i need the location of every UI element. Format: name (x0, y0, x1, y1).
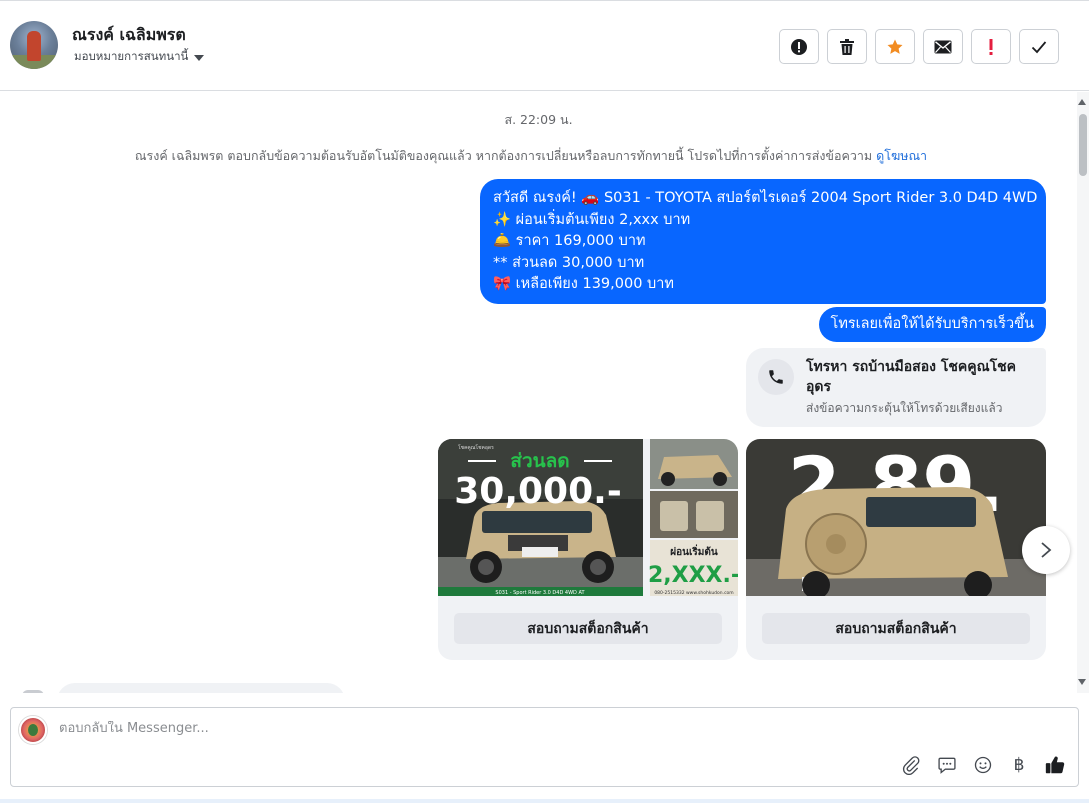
product-card[interactable]: 2.89. สอบถามสต็อกสินค้า (746, 439, 1046, 660)
bottom-strip (0, 799, 1089, 803)
chevron-right-icon (1041, 542, 1052, 558)
banner-footer-right: 080-2515332 www.shohkudon.com (654, 590, 733, 596)
assign-conversation-dropdown[interactable]: มอบหมายการสนทนานี้ (74, 48, 205, 66)
carousel-next-button[interactable] (1022, 526, 1070, 574)
envelope-icon (934, 40, 952, 53)
baht-icon[interactable]: ฿ (1008, 754, 1030, 776)
reply-composer: ฿ (10, 707, 1079, 787)
message-line: ✨ ผ่อนเริ่มต้นเพียง 2,xxx บาท (493, 211, 691, 228)
emoji-icon[interactable] (972, 754, 994, 776)
product-image[interactable]: S031 - Sport Rider 3.0 D4D 4WD AT ส่วนลด… (438, 439, 738, 596)
view-ad-link[interactable]: ดูโฆษณา (876, 148, 927, 163)
car-rear-image: 2.89. (746, 439, 1046, 596)
incoming-message-partial[interactable] (57, 683, 345, 693)
scrollbar-track[interactable] (1077, 92, 1089, 693)
contact-name[interactable]: ณรงค์ เฉลิมพรต (72, 23, 186, 48)
message-timestamp: ส. 22:09 น. (504, 112, 573, 127)
installment-label: ผ่อนเริ่มต้น (670, 544, 718, 558)
scrollbar-thumb[interactable] (1079, 114, 1087, 176)
voice-call-card[interactable]: โทรหา รถบ้านมือสอง โชคคูณโชคอุดร ส่งข้อค… (746, 348, 1046, 427)
call-card-subtitle: ส่งข้อความกระตุ้นให้โทรด้วยเสียงแล้ว (806, 401, 1003, 415)
scroll-down-arrow-icon[interactable] (1078, 679, 1086, 685)
car-promo-image: S031 - Sport Rider 3.0 D4D 4WD AT ส่วนลด… (438, 439, 738, 596)
thumbs-up-icon[interactable] (1044, 754, 1066, 776)
discount-label: ส่วนลด (510, 450, 569, 472)
message-line: 🎀 เหลือเพียง 139,000 บาท (493, 276, 674, 292)
banner-footer-left: S031 - Sport Rider 3.0 D4D 4WD AT (495, 590, 585, 596)
message-line: สวัสดี ณรงค์! 🚗 S031 - TOYOTA สปอร์ตไรเด… (493, 190, 1038, 206)
ask-stock-button[interactable]: สอบถามสต็อกสินค้า (762, 613, 1030, 644)
phone-icon (758, 359, 794, 395)
exclamation-circle-icon (791, 38, 807, 55)
star-icon (887, 39, 903, 54)
conversation-header: ณรงค์ เฉลิมพรต มอบหมายการสนทนานี้ (0, 1, 1089, 91)
paperclip-icon[interactable] (900, 754, 922, 776)
composer-tools: ฿ (900, 754, 1066, 776)
report-button[interactable] (779, 29, 819, 64)
reply-input[interactable] (59, 721, 759, 736)
done-button[interactable] (1019, 29, 1059, 64)
exclamation-icon (989, 38, 993, 55)
outgoing-message-bubble[interactable]: สวัสดี ณรงค์! 🚗 S031 - TOYOTA สปอร์ตไรเด… (480, 179, 1046, 304)
follow-up-button[interactable] (971, 29, 1011, 64)
ask-stock-button[interactable]: สอบถามสต็อกสินค้า (454, 613, 722, 644)
call-card-title: โทรหา รถบ้านมือสอง โชคคูณโชคอุดร (806, 359, 1016, 395)
chat-bubble-icon[interactable] (936, 754, 958, 776)
dealer-logo-text: โชคคูณโชคอุดร (458, 444, 494, 451)
avatar-figure (27, 31, 41, 61)
check-icon (1031, 40, 1047, 53)
messenger-conversation-window: ณรงค์ เฉลิมพรต มอบหมายการสนทนานี้ ส. 22:… (0, 0, 1089, 803)
message-line: 🛎️ ราคา 169,000 บาท (493, 233, 646, 249)
assign-label: มอบหมายการสนทนานี้ (74, 49, 189, 63)
call-prompt-bubble[interactable]: โทรเลยเพื่อให้ได้รับบริการเร็วขึ้น (818, 307, 1046, 342)
product-image[interactable]: 2.89. (746, 439, 1046, 596)
notice-text: ณรงค์ เฉลิมพรต ตอบกลับข้อความต้อนรับอัตโ… (134, 148, 877, 163)
discount-amount: 30,000.- (454, 471, 622, 512)
star-button[interactable] (875, 29, 915, 64)
caret-down-icon (194, 55, 205, 61)
message-line: ** ส่วนลด 30,000 บาท (493, 254, 645, 271)
installment-amount: 2,XXX.- (648, 563, 738, 588)
incoming-avatar-partial (22, 690, 44, 693)
scroll-up-arrow-icon[interactable] (1078, 99, 1086, 105)
header-actions (779, 29, 1059, 64)
message-thread[interactable]: ส. 22:09 น. ณรงค์ เฉลิมพรต ตอบกลับข้อควา… (0, 92, 1077, 693)
delete-button[interactable] (827, 29, 867, 64)
page-avatar (19, 716, 47, 744)
mark-unread-button[interactable] (923, 29, 963, 64)
contact-avatar[interactable] (10, 21, 58, 69)
auto-reply-notice: ณรงค์ เฉลิมพรต ตอบกลับข้อความต้อนรับอัตโ… (0, 146, 1062, 166)
trash-icon (840, 38, 854, 55)
product-card[interactable]: S031 - Sport Rider 3.0 D4D 4WD AT ส่วนลด… (438, 439, 738, 660)
